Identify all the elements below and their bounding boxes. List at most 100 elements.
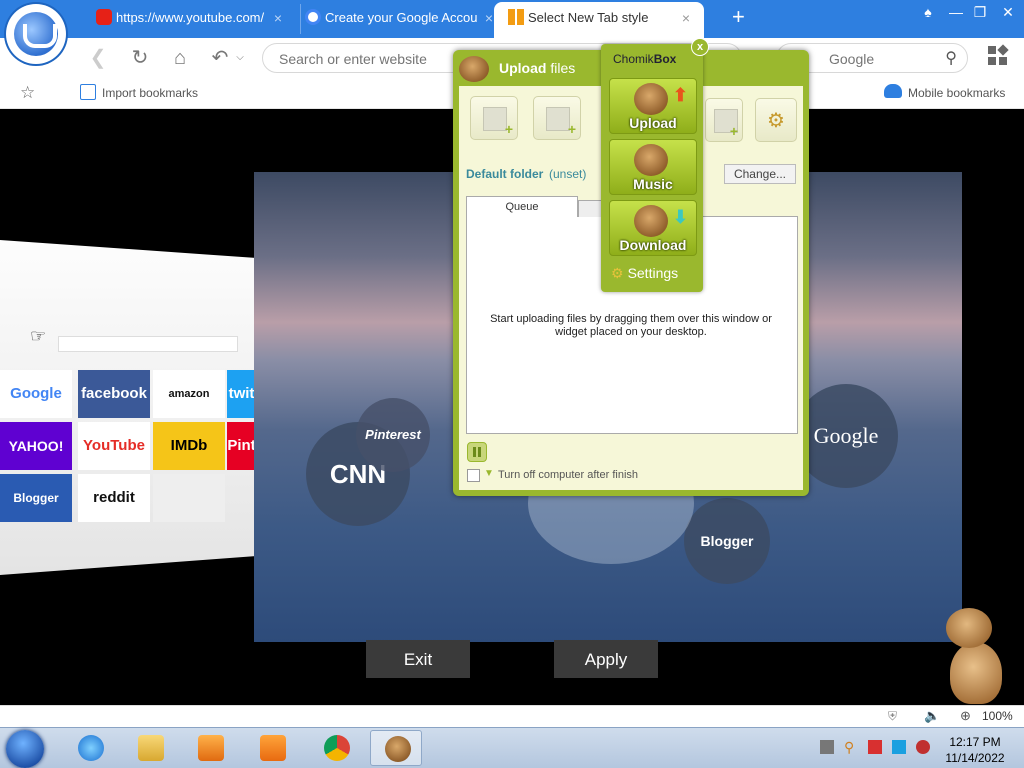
chomik-upload-icon — [459, 56, 489, 82]
tile-blogger: Blogger — [0, 474, 72, 522]
add-files-button[interactable]: + — [470, 96, 518, 140]
skin-icon[interactable]: ♠ — [918, 4, 938, 20]
taskbar-ie[interactable] — [64, 730, 116, 766]
uc-tiles-icon — [508, 9, 524, 25]
tile-twitter: twit — [227, 370, 256, 418]
tab-queue[interactable]: Queue — [466, 196, 578, 217]
exit-button[interactable]: Exit — [366, 640, 470, 678]
paste-button[interactable]: + — [705, 98, 743, 142]
close-icon[interactable]: × — [682, 2, 690, 34]
hand-cursor-icon: ☞ — [30, 326, 47, 346]
search-icon[interactable]: ⚲ — [945, 48, 957, 68]
queue-empty-message: Start uploading files by dragging them o… — [490, 313, 772, 338]
hamster-icon — [634, 205, 668, 237]
hamster-icon — [634, 83, 668, 115]
tile-facebook: facebook — [78, 370, 150, 418]
tray-monitor-icon[interactable] — [892, 740, 906, 754]
widget-upload-button[interactable]: ⬆ Upload — [609, 78, 697, 134]
tab-label: https://www.youtube.com/ — [116, 10, 265, 25]
shutdown-checkbox[interactable] — [467, 469, 480, 482]
widget-settings-button[interactable]: ⚙ Settings — [611, 265, 678, 282]
tab-youtube[interactable]: https://www.youtube.com/ × — [96, 4, 290, 34]
apps-grid-icon[interactable] — [988, 44, 1009, 66]
internet-explorer-icon — [78, 735, 104, 761]
home-icon[interactable]: ⌂ — [168, 46, 192, 70]
upload-settings-button[interactable]: ⚙ — [755, 98, 797, 142]
zoom-icon[interactable]: ⊕ — [960, 708, 971, 724]
close-icon[interactable]: x — [691, 38, 709, 56]
taskbar-chomikbox[interactable] — [370, 730, 422, 766]
tile-imdb: IMDb — [153, 422, 225, 470]
shield-icon[interactable]: ⛨ — [888, 709, 897, 724]
tab-label: Select New Tab style — [528, 10, 649, 25]
tab-google-account[interactable]: Create your Google Accou × — [300, 4, 501, 34]
widget-music-button[interactable]: Music — [609, 139, 697, 195]
tray-network-icon[interactable] — [820, 740, 834, 754]
search-input[interactable] — [827, 50, 931, 68]
clock-date: 11/14/2022 — [945, 751, 1005, 765]
close-icon[interactable]: × — [274, 4, 282, 32]
taskbar-media-player[interactable] — [184, 730, 236, 766]
widget-title: ChomikBox — [613, 52, 677, 66]
clock-time: 12:17 PM — [949, 735, 1001, 749]
tile-pinterest: Pint — [227, 422, 256, 470]
widget-download-button[interactable]: ⬇ Download — [609, 200, 697, 256]
bubble-pinterest: Pinterest — [356, 398, 430, 472]
tab-select-new-tab-style[interactable]: Select New Tab style × — [494, 2, 704, 38]
chomik-mascot[interactable] — [940, 608, 1006, 704]
tiles-style-preview[interactable]: Google facebook amazon twit YAHOO! YouTu… — [0, 240, 256, 575]
chevron-down-icon: ▼ — [484, 468, 494, 479]
minimize-icon[interactable]: — — [946, 4, 966, 20]
tray-search-icon[interactable]: ⚲ — [844, 740, 858, 754]
shutdown-label: Turn off computer after finish — [498, 469, 639, 481]
chomikbox-icon — [385, 736, 411, 762]
new-tab-button[interactable]: + — [732, 4, 745, 30]
tile-youtube: YouTube — [78, 422, 150, 470]
taskbar-explorer[interactable] — [124, 730, 176, 766]
preview-search-box — [58, 336, 238, 352]
cloud-icon — [884, 84, 902, 98]
close-icon[interactable]: × — [485, 4, 493, 32]
add-folder-button[interactable]: + — [533, 96, 581, 140]
zoom-level[interactable]: 100% — [982, 709, 1013, 723]
chevron-down-icon[interactable]: ⌵ — [228, 46, 252, 70]
default-folder-label: Default folder — [466, 167, 544, 181]
pause-button[interactable] — [467, 442, 487, 462]
gear-icon: ⚙ — [767, 110, 785, 132]
taskbar-uc-browser[interactable] — [246, 730, 298, 766]
start-button[interactable] — [6, 730, 44, 768]
tray-flag-icon[interactable] — [868, 740, 882, 754]
reload-icon[interactable]: ↻ — [128, 46, 152, 70]
volume-icon[interactable]: 🔈 — [924, 708, 940, 724]
tab-label: Create your Google Accou — [325, 10, 478, 25]
bubble-blogger: Blogger — [684, 498, 770, 584]
tile-custom — [153, 474, 225, 522]
arrow-down-icon: ⬇ — [672, 207, 688, 227]
import-bookmarks-link[interactable]: Import bookmarks — [102, 86, 198, 100]
apply-button[interactable]: Apply — [554, 640, 658, 678]
import-icon — [80, 84, 96, 100]
youtube-icon — [96, 9, 112, 25]
status-bar — [0, 705, 1024, 728]
chomikbox-widget: ChomikBox x ⬆ Upload Music ⬇ Download — [601, 38, 709, 292]
change-folder-button[interactable]: Change... — [724, 164, 796, 184]
window-title: Upload files — [499, 60, 576, 76]
mobile-bookmarks-link[interactable]: Mobile bookmarks — [908, 86, 1005, 100]
default-folder-value: (unset) — [549, 167, 587, 181]
uc-browser-logo[interactable] — [6, 4, 66, 64]
window-close-icon[interactable]: ✕ — [998, 4, 1018, 21]
hamster-headphones-icon — [634, 144, 668, 176]
google-icon — [305, 9, 321, 25]
chrome-icon — [324, 735, 350, 761]
tile-google: Google — [0, 370, 72, 418]
tile-amazon: amazon — [153, 370, 225, 418]
tray-record-icon[interactable] — [916, 740, 930, 754]
uc-browser-icon — [260, 735, 286, 761]
back-icon[interactable]: ❮ — [86, 46, 110, 70]
gear-icon: ⚙ — [611, 265, 624, 281]
taskbar-chrome[interactable] — [310, 730, 362, 766]
restore-icon[interactable]: ❐ — [970, 4, 990, 21]
star-icon[interactable]: ☆ — [20, 83, 35, 103]
tile-reddit: reddit — [78, 474, 150, 522]
system-clock[interactable]: 12:17 PM 11/14/2022 — [944, 734, 1006, 766]
